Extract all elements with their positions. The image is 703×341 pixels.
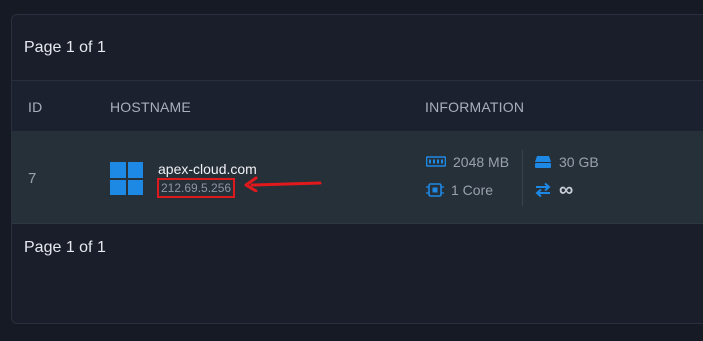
disk-value: 30 GB [559,154,599,170]
server-hostname[interactable]: apex-cloud.com [158,161,257,177]
table-row[interactable]: 7 apex-cloud.com 212.69.5.256 2048 MB 1 … [12,132,703,224]
pagination-top: Page 1 of 1 [24,39,106,56]
red-arrow-left-icon [244,176,322,192]
server-ip-address: 212.69.5.256 [157,178,236,198]
server-id: 7 [28,170,37,187]
info-divider [522,150,523,206]
disk-icon [534,155,552,169]
cpu-info: 1 Core [426,182,493,198]
header-hostname: HOSTNAME [110,99,191,115]
header-id: ID [28,99,43,115]
windows-logo-icon [110,162,143,195]
bandwidth-value: ∞ [559,179,574,201]
cpu-value: 1 Core [451,182,494,198]
header-information: INFORMATION [425,99,525,115]
disk-info: 30 GB [534,154,599,170]
servers-card: Page 1 of 1 ID HOSTNAME INFORMATION 7 ap… [11,14,703,324]
memory-value: 2048 MB [453,154,510,170]
pagination-bottom: Page 1 of 1 [24,239,106,256]
transfer-arrows-icon [534,182,552,198]
table-header: ID HOSTNAME INFORMATION [12,80,703,132]
cpu-icon [426,182,444,198]
bandwidth-info: ∞ [534,179,574,201]
memory-icon [426,156,446,168]
memory-info: 2048 MB [426,154,509,170]
